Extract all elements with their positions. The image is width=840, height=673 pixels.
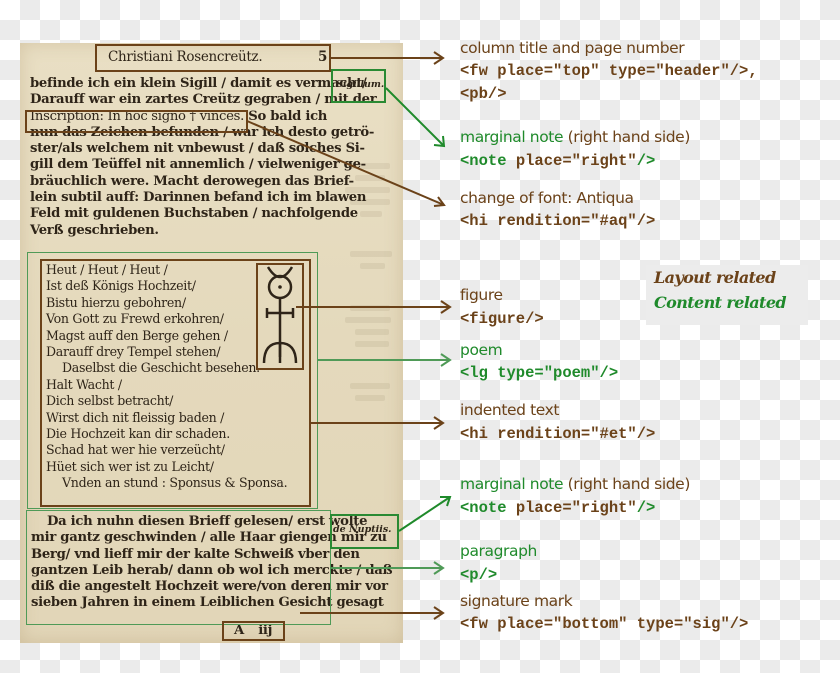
arrow-marginal-note-2 bbox=[398, 496, 452, 532]
text-line: befinde ich ein klein Sigill / damit es … bbox=[30, 76, 367, 91]
annotation-code-pb: <pb/> bbox=[460, 85, 507, 103]
annotation-code-poem: <lg type="poem"/> bbox=[460, 364, 619, 382]
annotation-code-antiqua: <hi rendition="#aq"/> bbox=[460, 212, 656, 230]
annotation-label-signature: signature mark bbox=[460, 592, 573, 610]
text-line: Verß geschrieben. bbox=[30, 222, 159, 238]
code-attr: place="right" bbox=[506, 152, 637, 170]
show-through-mark bbox=[355, 341, 389, 347]
legend-content: Content related bbox=[654, 293, 787, 312]
text-line: Darauff war ein zartes Creütz gegraben /… bbox=[30, 92, 377, 108]
code-tag: <note bbox=[460, 499, 507, 517]
label-text: marginal note bbox=[460, 475, 564, 493]
show-through-mark bbox=[345, 317, 391, 323]
annotation-label-antiqua: change of font: Antiqua bbox=[460, 189, 634, 207]
annotation-code-marginal-note-2: <note place="right"/> bbox=[460, 497, 655, 519]
legend-layout: Layout related bbox=[654, 268, 776, 287]
header-box bbox=[95, 44, 331, 72]
legend: Layout related Content related bbox=[646, 265, 808, 325]
annotation-code-paragraph: <p/> bbox=[460, 566, 498, 584]
text-line: ster/als welchem nit vnbewust / daß solc… bbox=[30, 141, 365, 157]
figure-box bbox=[256, 263, 304, 370]
marginal-note-box-1 bbox=[331, 69, 386, 103]
annotation-code-signature: <fw place="bottom" type="sig"/> bbox=[460, 615, 749, 633]
annotation-label-marginal-note-1: marginal note (right hand side) bbox=[460, 127, 690, 147]
code-tag: <note bbox=[460, 152, 507, 170]
text-line: bräuchlich were. Macht derowegen das Bri… bbox=[30, 173, 354, 189]
text-line: Feld mit guldenen Buchstaben / nachfolge… bbox=[30, 206, 358, 222]
annotation-code-marginal-note-1: <note place="right"/> bbox=[460, 150, 655, 172]
show-through-mark bbox=[355, 329, 389, 335]
annotation-code-header: <fw place="top" type="header"/>, bbox=[460, 62, 758, 80]
opening-text: befinde ich ein klein Sigill / damit es … bbox=[30, 76, 377, 239]
annotation-label-marginal-note-2: marginal note (right hand side) bbox=[460, 474, 690, 494]
text-line: gill dem Teüffel nit annemlich / vielwen… bbox=[30, 157, 366, 173]
annotation-label-header: column title and page number bbox=[460, 39, 685, 57]
annotation-label-indented: indented text bbox=[460, 401, 560, 419]
text-fragment: So bald ich bbox=[248, 108, 328, 124]
label-text: marginal note bbox=[460, 128, 564, 146]
annotation-label-poem: poem bbox=[460, 341, 503, 359]
show-through-mark bbox=[350, 305, 390, 311]
show-through-mark bbox=[360, 263, 385, 269]
signature-box bbox=[222, 621, 285, 641]
antiqua-box bbox=[25, 110, 248, 133]
code-close: /> bbox=[636, 499, 656, 517]
paragraph-box bbox=[26, 510, 331, 625]
label-suffix: (right hand side) bbox=[563, 128, 691, 146]
marginal-note-box-2 bbox=[330, 514, 399, 549]
annotation-label-figure: figure bbox=[460, 286, 503, 304]
text-line: lein subtil auff: Darinnen befand ich im… bbox=[30, 190, 367, 206]
code-attr: place="right" bbox=[506, 499, 637, 517]
show-through-mark bbox=[350, 383, 390, 389]
label-suffix: (right hand side) bbox=[563, 475, 691, 493]
annotation-label-paragraph: paragraph bbox=[460, 542, 537, 560]
annotation-code-figure: <figure/> bbox=[460, 310, 544, 328]
show-through-mark bbox=[355, 395, 385, 401]
code-close: /> bbox=[636, 152, 656, 170]
show-through-mark bbox=[350, 251, 392, 257]
annotation-code-indented: <hi rendition="#et"/> bbox=[460, 425, 656, 443]
